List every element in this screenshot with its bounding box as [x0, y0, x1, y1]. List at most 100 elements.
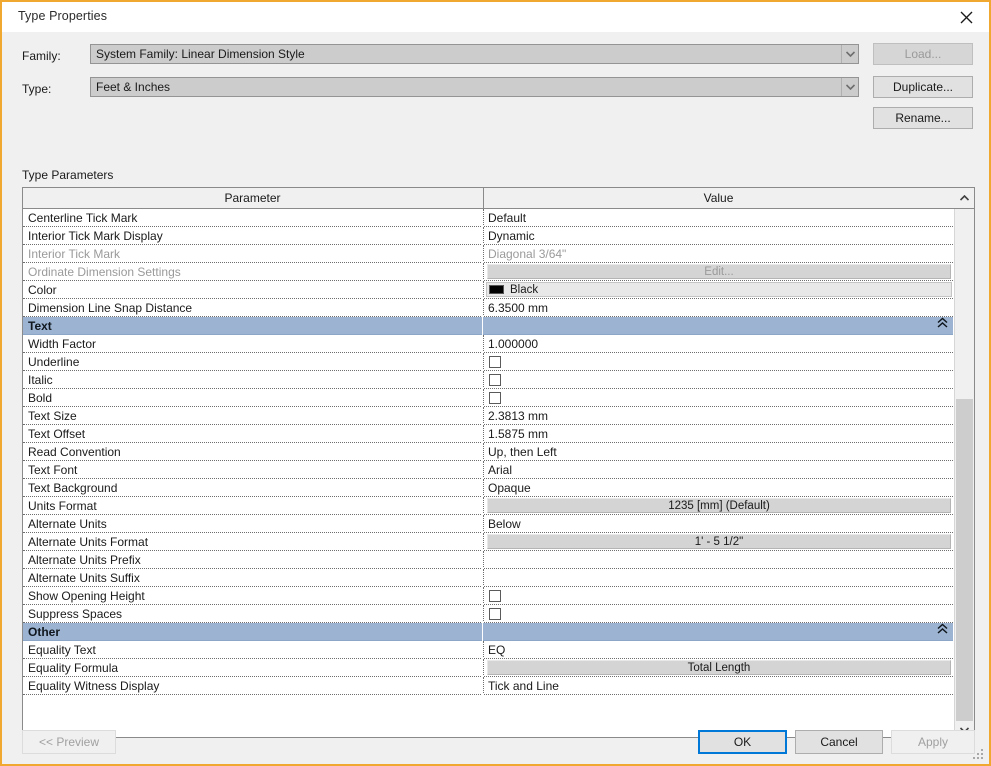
grid-value-button[interactable]: Edit... [487, 264, 951, 279]
grid-value-text: Opaque [488, 481, 531, 495]
chevrons-up-icon[interactable] [937, 623, 948, 640]
grid-value-button[interactable]: 1' - 5 1/2" [487, 534, 951, 549]
grid-value-cell[interactable]: 1235 [mm] (Default) [483, 497, 953, 514]
grid-value-button[interactable]: 1235 [mm] (Default) [487, 498, 951, 513]
grid-value-cell[interactable]: 1.5875 mm [483, 425, 953, 442]
grid-vertical-scrollbar[interactable] [954, 209, 974, 737]
grid-row[interactable]: Suppress Spaces [23, 605, 953, 623]
load-button[interactable]: Load... [873, 43, 973, 65]
grid-value-cell [483, 695, 953, 713]
preview-button[interactable]: << Preview [22, 730, 116, 754]
grid-row[interactable]: Underline [23, 353, 953, 371]
chevrons-up-icon[interactable] [937, 317, 948, 334]
grid-row[interactable]: Dimension Line Snap Distance 6.3500 mm [23, 299, 953, 317]
grid-row[interactable]: Alternate Units Below [23, 515, 953, 533]
grid-value-cell[interactable]: Default [483, 209, 953, 226]
grid-value-button[interactable]: Total Length [487, 660, 951, 675]
grid-value-cell[interactable]: Black [483, 281, 953, 298]
grid-value-cell[interactable]: Opaque [483, 479, 953, 496]
grid-row[interactable]: Ordinate Dimension Settings Edit... [23, 263, 953, 281]
grid-row[interactable]: Alternate Units Suffix [23, 569, 953, 587]
grid-value-cell[interactable] [483, 389, 953, 406]
grid-group-header[interactable]: Other [23, 623, 953, 641]
rename-button[interactable]: Rename... [873, 107, 973, 129]
grid-value-cell[interactable]: 6.3500 mm [483, 299, 953, 316]
grid-value-cell[interactable] [483, 605, 953, 622]
color-swatch [489, 285, 504, 294]
grid-value-text: 2.3813 mm [488, 409, 549, 423]
grid-value-cell[interactable]: Below [483, 515, 953, 532]
grid-value-cell[interactable]: 1.000000 [483, 335, 953, 352]
grid-value-checkbox[interactable] [489, 374, 501, 386]
grid-value-cell[interactable]: 2.3813 mm [483, 407, 953, 424]
grid-row[interactable]: Text Background Opaque [23, 479, 953, 497]
grid-row[interactable]: Centerline Tick Mark Default [23, 209, 953, 227]
color-picker-button[interactable]: Black [486, 282, 952, 297]
grid-row[interactable]: Italic [23, 371, 953, 389]
ok-button[interactable]: OK [698, 730, 787, 754]
scrollbar-up-button[interactable] [954, 188, 974, 208]
type-combobox[interactable]: Feet & Inches [90, 77, 859, 97]
grid-parameter-name: Width Factor [28, 337, 97, 351]
grid-row[interactable]: Alternate Units Prefix [23, 551, 953, 569]
grid-parameter-name: Text Offset [28, 427, 86, 441]
grid-parameter-name: Units Format [28, 499, 97, 513]
grid-value-cell[interactable]: 1' - 5 1/2" [483, 533, 953, 550]
grid-row[interactable]: Equality Formula Total Length [23, 659, 953, 677]
grid-value-checkbox[interactable] [489, 608, 501, 620]
grid-value-text: 6.3500 mm [488, 301, 549, 315]
grid-value-cell[interactable]: Tick and Line [483, 677, 953, 694]
dialog-body: Family: System Family: Linear Dimension … [2, 32, 989, 764]
column-header-value[interactable]: Value [483, 188, 953, 208]
dialog-titlebar: Type Properties [2, 2, 989, 32]
apply-button[interactable]: Apply [891, 730, 975, 754]
duplicate-button[interactable]: Duplicate... [873, 76, 973, 98]
grid-parameter-name: Ordinate Dimension Settings [28, 265, 181, 279]
grid-row[interactable]: Equality Witness Display Tick and Line [23, 677, 953, 695]
grid-value-cell[interactable]: Arial [483, 461, 953, 478]
grid-value-cell[interactable] [483, 371, 953, 388]
grid-row[interactable]: Units Format 1235 [mm] (Default) [23, 497, 953, 515]
grid-parameter-name: Alternate Units Format [28, 535, 149, 549]
column-separator[interactable] [482, 209, 483, 737]
grid-value-cell[interactable] [483, 353, 953, 370]
grid-parameter-name: Color [28, 283, 57, 297]
grid-parameter-name: Dimension Line Snap Distance [28, 301, 193, 315]
scrollbar-thumb[interactable] [956, 399, 973, 724]
grid-row[interactable]: Text Font Arial [23, 461, 953, 479]
grid-value-checkbox[interactable] [489, 590, 501, 602]
grid-parameter-name: Alternate Units Suffix [28, 571, 140, 585]
grid-value-cell[interactable] [483, 551, 953, 568]
grid-group-header[interactable]: Text [23, 317, 953, 335]
family-combobox[interactable]: System Family: Linear Dimension Style [90, 44, 859, 64]
grid-row[interactable]: Color Black [23, 281, 953, 299]
grid-value-cell[interactable] [483, 587, 953, 604]
grid-row[interactable]: Text Offset 1.5875 mm [23, 425, 953, 443]
column-header-parameter[interactable]: Parameter [23, 188, 482, 208]
grid-value-cell[interactable]: Total Length [483, 659, 953, 676]
grid-value-checkbox[interactable] [489, 356, 501, 368]
close-icon[interactable] [943, 2, 989, 32]
grid-value-text: Up, then Left [488, 445, 557, 459]
grid-value-text: Below [488, 517, 521, 531]
grid-row[interactable]: Read Convention Up, then Left [23, 443, 953, 461]
grid-value-cell[interactable] [483, 569, 953, 586]
grid-value-checkbox[interactable] [489, 392, 501, 404]
grid-value-cell[interactable]: Edit... [483, 263, 953, 280]
grid-row[interactable]: Interior Tick Mark Display Dynamic [23, 227, 953, 245]
cancel-button[interactable]: Cancel [795, 730, 883, 754]
grid-value-cell[interactable]: EQ [483, 641, 953, 658]
grid-value-cell[interactable]: Up, then Left [483, 443, 953, 460]
grid-value-cell[interactable]: Dynamic [483, 227, 953, 244]
grid-value-cell[interactable]: Diagonal 3/64" [483, 245, 953, 262]
grid-row[interactable]: Alternate Units Format 1' - 5 1/2" [23, 533, 953, 551]
grid-row[interactable]: Interior Tick Mark Diagonal 3/64" [23, 245, 953, 263]
grid-empty-row [23, 695, 953, 713]
grid-row[interactable]: Width Factor 1.000000 [23, 335, 953, 353]
grid-row[interactable]: Show Opening Height [23, 587, 953, 605]
grid-empty-row [23, 713, 953, 731]
grid-row[interactable]: Bold [23, 389, 953, 407]
grid-row[interactable]: Text Size 2.3813 mm [23, 407, 953, 425]
resize-grip-icon[interactable] [973, 749, 985, 761]
grid-row[interactable]: Equality Text EQ [23, 641, 953, 659]
